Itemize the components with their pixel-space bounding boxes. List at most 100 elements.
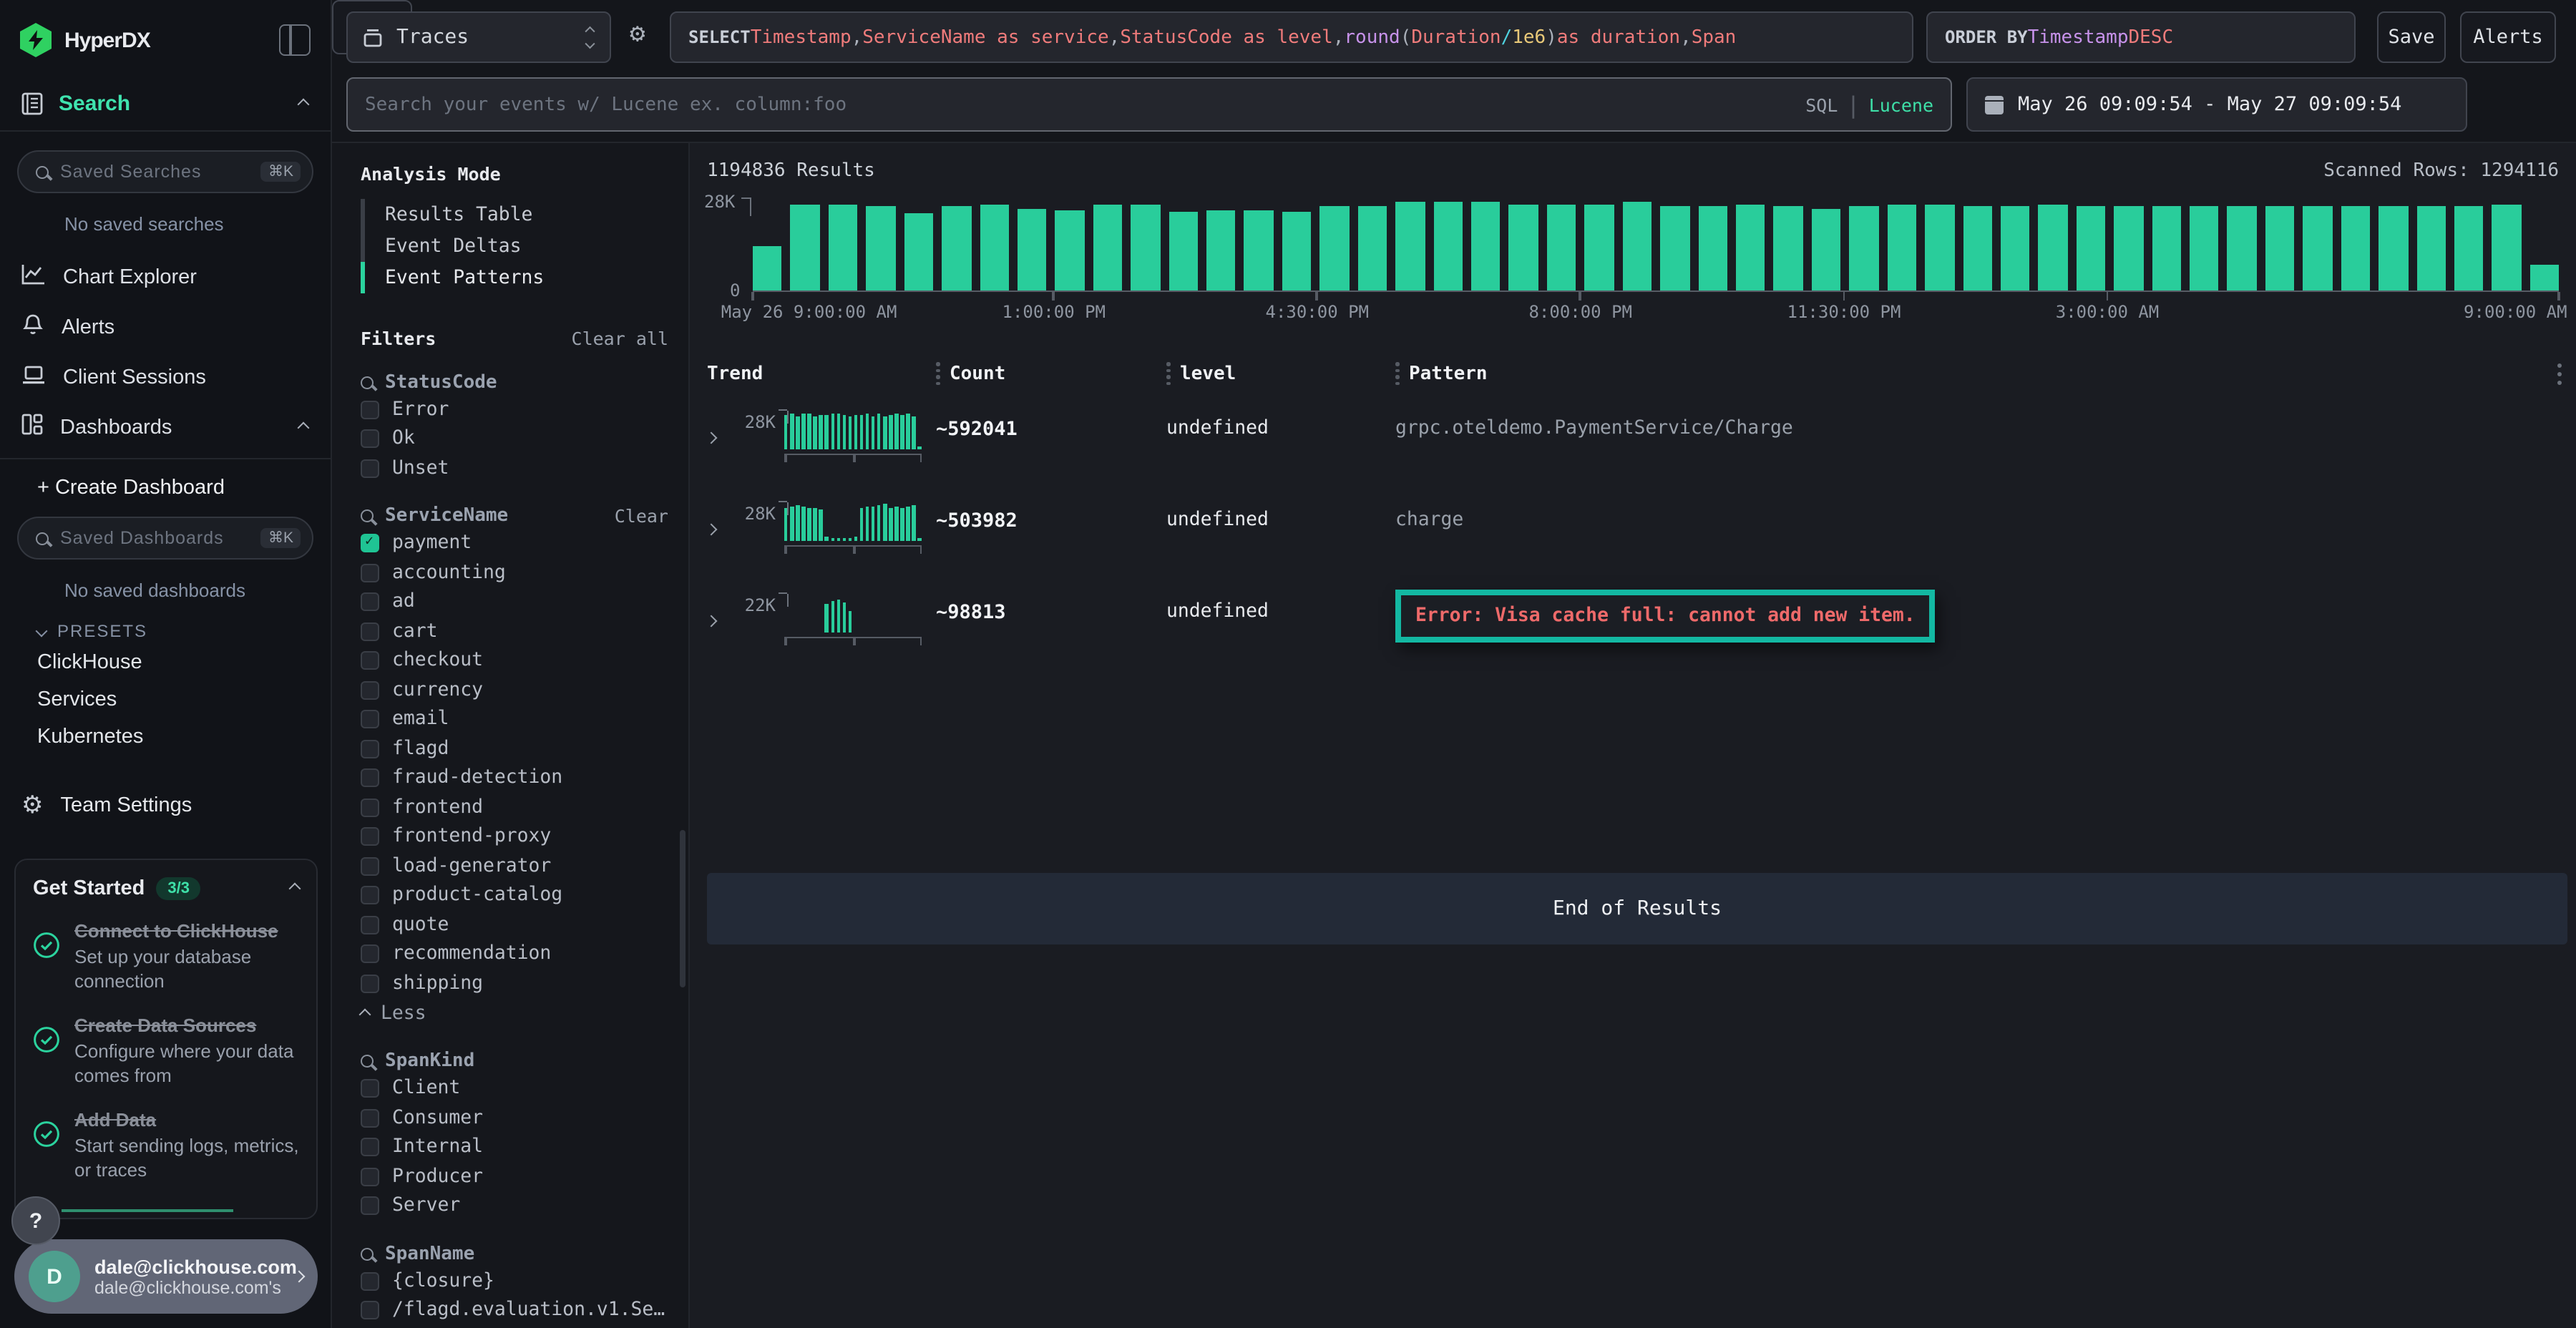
histogram-bar[interactable] bbox=[1887, 205, 1916, 290]
results-histogram[interactable]: 28K 0 May 26 9:00:00 AM1:00:00 PM4:30:00… bbox=[753, 200, 2559, 292]
histogram-bar[interactable] bbox=[1093, 205, 1123, 290]
filter-option-flagd[interactable]: flagd bbox=[361, 734, 668, 763]
analysis-mode-event-deltas[interactable]: Event Deltas bbox=[365, 230, 668, 262]
sql-select-input[interactable]: SELECT Timestamp, ServiceName as service… bbox=[670, 11, 1913, 63]
checkbox[interactable] bbox=[361, 828, 379, 846]
checkbox[interactable] bbox=[361, 945, 379, 964]
filter-option-internal[interactable]: Internal bbox=[361, 1133, 668, 1162]
histogram-bar[interactable] bbox=[2077, 206, 2106, 290]
histogram-bar[interactable] bbox=[1925, 204, 1954, 290]
filter-option-load-generator[interactable]: load-generator bbox=[361, 851, 668, 881]
checkbox[interactable] bbox=[361, 459, 379, 478]
filter-option-fraud-detection[interactable]: fraud-detection bbox=[361, 763, 668, 793]
filter-option-client[interactable]: Client bbox=[361, 1074, 668, 1103]
column-header-count[interactable]: Count bbox=[936, 362, 1166, 385]
filter-option-checkout[interactable]: checkout bbox=[361, 646, 668, 675]
highlighted-error-pattern[interactable]: Error: Visa cache full: cannot add new i… bbox=[1395, 590, 1936, 643]
alerts-button[interactable]: Alerts bbox=[2460, 11, 2556, 63]
column-drag-handle-icon[interactable] bbox=[1395, 362, 1399, 385]
pattern-row[interactable]: 28K~592041undefinedgrpc.oteldemo.Payment… bbox=[707, 409, 2567, 481]
filter-option-quote[interactable]: quote bbox=[361, 910, 668, 939]
checkbox[interactable] bbox=[361, 430, 379, 449]
sidebar-item-dashboards[interactable]: Dashboards bbox=[0, 402, 331, 452]
histogram-bar[interactable] bbox=[1018, 208, 1047, 290]
histogram-bar[interactable] bbox=[1395, 202, 1425, 290]
order-by-input[interactable]: ORDER BY Timestamp DESC bbox=[1926, 11, 2356, 63]
column-header-level[interactable]: level bbox=[1166, 362, 1395, 385]
save-button[interactable]: Save bbox=[2377, 11, 2446, 63]
histogram-bar[interactable] bbox=[1585, 204, 1614, 290]
analysis-mode-event-patterns[interactable]: Event Patterns bbox=[365, 262, 668, 293]
checkbox[interactable] bbox=[361, 1109, 379, 1128]
filter-option-email[interactable]: email bbox=[361, 705, 668, 734]
histogram-bar[interactable] bbox=[753, 245, 782, 290]
column-header-pattern[interactable]: Pattern bbox=[1395, 362, 2557, 385]
histogram-bar[interactable] bbox=[2303, 206, 2333, 290]
histogram-bar[interactable] bbox=[1774, 207, 1803, 290]
search-icon[interactable] bbox=[361, 509, 374, 522]
filter-option-frontend[interactable]: frontend bbox=[361, 793, 668, 822]
checkbox[interactable] bbox=[361, 1168, 379, 1186]
column-drag-handle-icon[interactable] bbox=[1166, 362, 1170, 385]
filter-option-frontend-proxy[interactable]: frontend-proxy bbox=[361, 822, 668, 851]
histogram-bar[interactable] bbox=[1320, 207, 1350, 290]
chevron-up-icon[interactable] bbox=[298, 98, 310, 110]
histogram-bar[interactable] bbox=[1509, 205, 1538, 290]
column-header-trend[interactable]: Trend bbox=[707, 363, 936, 384]
search-icon[interactable] bbox=[361, 376, 374, 389]
histogram-bar[interactable] bbox=[867, 207, 896, 290]
histogram-bar[interactable] bbox=[2001, 207, 2030, 290]
pattern-row[interactable]: 22K~98813undefinedError: Visa cache full… bbox=[707, 592, 2567, 664]
checkbox[interactable] bbox=[361, 740, 379, 758]
filter-option-recommendation[interactable]: recommendation bbox=[361, 939, 668, 969]
filter-option-error[interactable]: Error bbox=[361, 395, 668, 424]
checkbox[interactable] bbox=[361, 857, 379, 876]
histogram-bar[interactable] bbox=[1736, 205, 1765, 290]
histogram-bar[interactable] bbox=[2454, 207, 2484, 290]
filter-option-ad[interactable]: ad bbox=[361, 587, 668, 617]
language-toggle-sql[interactable]: SQL bbox=[1805, 94, 1838, 115]
histogram-bar[interactable] bbox=[1698, 207, 1727, 290]
histogram-bar[interactable] bbox=[2530, 264, 2560, 290]
search-icon[interactable] bbox=[361, 1055, 374, 1068]
checkbox[interactable] bbox=[361, 711, 379, 729]
get-started-item-title[interactable]: Connect to ClickHouse bbox=[74, 920, 299, 944]
user-menu[interactable]: D dale@clickhouse.com dale@clickhouse.co… bbox=[14, 1239, 318, 1314]
histogram-bar[interactable] bbox=[1547, 204, 1576, 290]
histogram-bar[interactable] bbox=[1812, 208, 1841, 290]
checkbox[interactable] bbox=[361, 916, 379, 934]
checkbox[interactable] bbox=[361, 1272, 379, 1291]
checkbox[interactable] bbox=[361, 534, 379, 553]
checkbox[interactable] bbox=[361, 652, 379, 670]
histogram-bar[interactable] bbox=[904, 213, 933, 290]
table-options-icon[interactable] bbox=[2557, 363, 2567, 384]
checkbox[interactable] bbox=[361, 593, 379, 612]
filter-option-accounting[interactable]: accounting bbox=[361, 558, 668, 587]
histogram-bar[interactable] bbox=[829, 204, 858, 290]
checkbox[interactable] bbox=[361, 622, 379, 641]
help-button[interactable]: ? bbox=[11, 1196, 60, 1245]
filter-option-unset[interactable]: Unset bbox=[361, 454, 668, 483]
checkbox[interactable] bbox=[361, 887, 379, 905]
saved-dashboards-input[interactable]: Saved Dashboards ⌘K bbox=[17, 517, 313, 560]
histogram-bar[interactable] bbox=[942, 207, 971, 290]
histogram-bar[interactable] bbox=[2341, 207, 2370, 290]
date-range-picker[interactable]: May 26 09:09:54 - May 27 09:09:54 bbox=[1966, 77, 2467, 132]
preset-item-kubernetes[interactable]: Kubernetes bbox=[0, 718, 331, 756]
sidebar-item-search[interactable]: Search bbox=[0, 57, 331, 130]
sidebar-item-alerts[interactable]: Alerts bbox=[0, 302, 331, 353]
checkbox[interactable] bbox=[361, 564, 379, 582]
filter-option-consumer[interactable]: Consumer bbox=[361, 1103, 668, 1133]
preset-item-services[interactable]: Services bbox=[0, 681, 331, 718]
filter-option-cart[interactable]: cart bbox=[361, 617, 668, 646]
search-icon[interactable] bbox=[361, 1247, 374, 1260]
sidebar-item-team-settings[interactable]: ⚙ Team Settings bbox=[0, 756, 331, 829]
clear-filter-link[interactable]: Clear bbox=[615, 505, 668, 527]
histogram-bar[interactable] bbox=[2379, 206, 2408, 290]
checkbox[interactable] bbox=[361, 401, 379, 419]
histogram-bar[interactable] bbox=[1358, 206, 1387, 290]
histogram-bar[interactable] bbox=[791, 204, 820, 290]
filter-option-shipping[interactable]: shipping bbox=[361, 969, 668, 998]
get-started-item-title[interactable]: Create Data Sources bbox=[74, 1015, 299, 1038]
sidebar-collapse-icon[interactable] bbox=[279, 24, 311, 56]
